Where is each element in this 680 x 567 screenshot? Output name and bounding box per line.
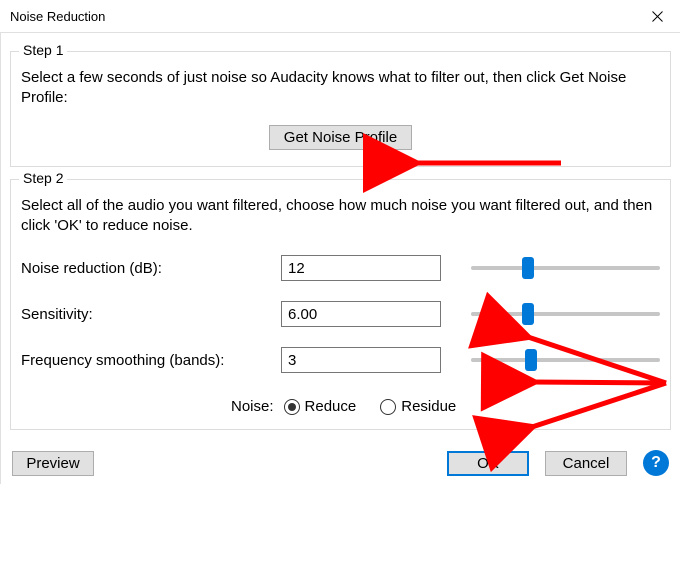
radio-reduce[interactable]: Reduce: [284, 398, 357, 415]
freq-smoothing-label: Frequency smoothing (bands):: [21, 352, 281, 369]
radio-icon: [284, 399, 300, 415]
sensitivity-slider[interactable]: [471, 304, 660, 324]
noise-reduction-row: Noise reduction (dB):: [21, 254, 660, 282]
step2-instruction: Select all of the audio you want filtere…: [21, 196, 660, 237]
get-noise-profile-button[interactable]: Get Noise Profile: [269, 125, 412, 150]
slider-track: [471, 266, 660, 270]
slider-thumb[interactable]: [522, 303, 534, 325]
sensitivity-input[interactable]: [281, 301, 441, 327]
noise-reduction-label: Noise reduction (dB):: [21, 260, 281, 277]
radio-residue-label: Residue: [401, 398, 456, 415]
slider-track: [471, 358, 660, 362]
slider-thumb[interactable]: [525, 349, 537, 371]
window-title: Noise Reduction: [10, 9, 105, 24]
dialog-footer: Preview OK Cancel ?: [10, 450, 671, 476]
slider-thumb[interactable]: [522, 257, 534, 279]
titlebar: Noise Reduction: [0, 0, 680, 32]
slider-track: [471, 312, 660, 316]
step1-legend: Step 1: [19, 42, 67, 58]
help-icon: ?: [651, 454, 661, 472]
radio-dot-icon: [288, 403, 296, 411]
close-icon: [652, 11, 663, 22]
radio-reduce-label: Reduce: [305, 398, 357, 415]
preview-button[interactable]: Preview: [12, 451, 94, 476]
noise-mode-label: Noise:: [231, 398, 274, 415]
step1-instruction: Select a few seconds of just noise so Au…: [21, 68, 660, 109]
radio-icon: [380, 399, 396, 415]
close-button[interactable]: [634, 0, 680, 32]
step2-group: Step 2 Select all of the audio you want …: [10, 179, 671, 431]
noise-reduction-input[interactable]: [281, 255, 441, 281]
sensitivity-row: Sensitivity:: [21, 300, 660, 328]
ok-button[interactable]: OK: [447, 451, 529, 476]
freq-smoothing-input[interactable]: [281, 347, 441, 373]
cancel-button[interactable]: Cancel: [545, 451, 627, 476]
step1-group: Step 1 Select a few seconds of just nois…: [10, 51, 671, 167]
noise-reduction-slider[interactable]: [471, 258, 660, 278]
dialog-content: Step 1 Select a few seconds of just nois…: [0, 32, 680, 484]
freq-smoothing-slider[interactable]: [471, 350, 660, 370]
step2-legend: Step 2: [19, 170, 67, 186]
help-button[interactable]: ?: [643, 450, 669, 476]
sensitivity-label: Sensitivity:: [21, 306, 281, 323]
freq-smoothing-row: Frequency smoothing (bands):: [21, 346, 660, 374]
noise-mode-row: Noise: Reduce Residue: [21, 398, 660, 415]
radio-residue[interactable]: Residue: [380, 398, 456, 415]
